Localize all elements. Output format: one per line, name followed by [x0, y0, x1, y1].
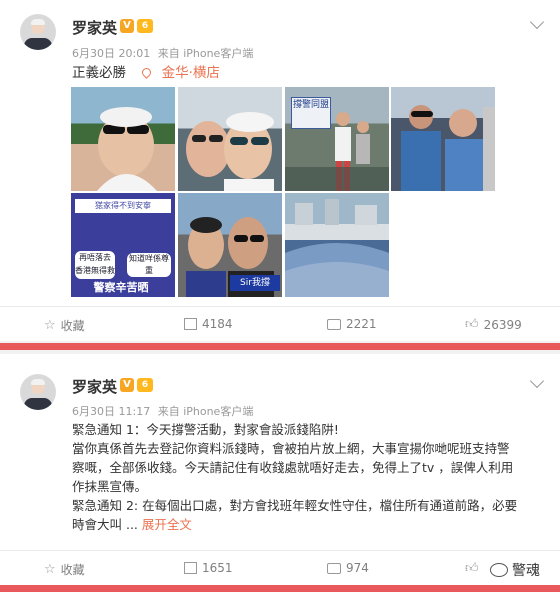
- post-line: 作抹黑宣傳。: [72, 479, 148, 494]
- selfie-photo-icon: [97, 107, 157, 191]
- post-meta: 6月30日 20:01 来自 iPhone客户端: [72, 45, 253, 61]
- comment-button[interactable]: 2221: [327, 317, 377, 331]
- comment-icon: [327, 318, 341, 330]
- like-button[interactable]: 👍︎: [465, 561, 484, 576]
- like-button[interactable]: 👍︎ 26399: [465, 317, 522, 332]
- post-text-content: 正義必勝: [72, 65, 126, 81]
- wechat-logo-icon: [490, 563, 508, 577]
- poster-caption: 警察辛苦晒: [93, 281, 149, 294]
- location-pin-icon: [140, 66, 154, 79]
- comment-icon: [327, 562, 341, 574]
- action-bar: ☆ 收藏 4184 2221 👍︎ 26399: [0, 306, 560, 343]
- post-time[interactable]: 6月30日 20:01: [72, 47, 150, 60]
- avatar[interactable]: [20, 374, 56, 410]
- comment-count: 2221: [346, 317, 377, 331]
- weibo-post-1: 罗家英 V 6 6月30日 20:01 来自 iPhone客户端 正義必勝 金华…: [0, 0, 560, 341]
- vip-badge-icon: 6: [137, 378, 153, 392]
- comment-count: 974: [346, 561, 369, 575]
- post-line: 緊急通知 2: 在每個出口處，對方會找班年輕女性守住，檔住所有通道前路，必要: [72, 498, 518, 513]
- poster-line: 知道咩係尊重: [127, 253, 171, 277]
- photo-1[interactable]: [71, 87, 175, 191]
- action-bar: ☆ 收藏 1651 974 👍︎: [0, 550, 560, 587]
- post-time[interactable]: 6月30日 11:17: [72, 405, 150, 418]
- thumbs-up-icon: 👍︎: [465, 561, 479, 576]
- post-line: 察嘅，全部係收錢。今天請記住有收錢處就唔好走去，免得上了tv ，誤俾人利用: [72, 460, 514, 475]
- star-icon: ☆: [44, 562, 56, 577]
- repost-icon: [184, 318, 197, 330]
- photo-2[interactable]: [178, 87, 282, 191]
- post-line-last: 時會大叫 ... 展开全文: [72, 517, 192, 532]
- post-source: 来自 iPhone客户端: [157, 405, 254, 418]
- photo-3[interactable]: 撐警同盟: [285, 87, 389, 191]
- favorite-button[interactable]: ☆ 收藏: [44, 317, 85, 334]
- poster-line: 再唔落去 香港無得救: [75, 251, 115, 279]
- favorite-label: 收藏: [60, 563, 85, 577]
- favorite-button[interactable]: ☆ 收藏: [44, 561, 85, 578]
- post-line: 緊急通知 1：今天撐警活動，對家會設派錢陷阱!: [72, 422, 339, 437]
- author-name[interactable]: 罗家英: [72, 376, 117, 397]
- repost-icon: [184, 562, 197, 574]
- post-line: 當你真係首先去登記你資料派錢時，會被拍片放上網，大事宣揚你哋呢班支持警: [72, 441, 510, 456]
- selfie-photo-icon: [186, 112, 274, 191]
- watermark-text: 警魂: [512, 563, 540, 579]
- weibo-post-2: 罗家英 V 6 6月30日 11:17 来自 iPhone客户端 緊急通知 1：…: [0, 354, 560, 585]
- post-meta: 6月30日 11:17 来自 iPhone客户端: [72, 403, 253, 419]
- photo-7[interactable]: [285, 193, 389, 297]
- author-name[interactable]: 罗家英: [72, 17, 117, 38]
- vip-badge-icon: 6: [137, 19, 153, 33]
- favorite-label: 收藏: [60, 319, 85, 333]
- chevron-down-icon[interactable]: [529, 373, 545, 389]
- location-link[interactable]: 金华·横店: [162, 65, 220, 81]
- photo-5[interactable]: 㺊家得不到安寧 再唔落去 香港無得救 知道咩係尊重 警察辛苦晒: [71, 193, 175, 297]
- post-text: 正義必勝 金华·横店: [72, 64, 220, 83]
- comment-button[interactable]: 974: [327, 561, 369, 575]
- verified-badge-icon: V: [120, 19, 134, 33]
- post-text: 緊急通知 1：今天撐警活動，對家會設派錢陷阱! 當你真係首先去登記你資料派錢時，…: [72, 420, 517, 534]
- photo-6[interactable]: Sir我撐: [178, 193, 282, 297]
- like-count: 26399: [483, 317, 522, 332]
- post-divider: [0, 585, 560, 592]
- star-icon: ☆: [44, 318, 56, 333]
- crowd-photo-icon: [285, 112, 389, 191]
- photo-sign: Sir我撐: [230, 275, 280, 291]
- repost-count: 1651: [202, 561, 233, 575]
- repost-button[interactable]: 1651: [184, 561, 233, 575]
- verified-badge-icon: V: [120, 378, 134, 392]
- repost-count: 4184: [202, 317, 233, 331]
- post-source: 来自 iPhone客户端: [157, 47, 254, 60]
- photo-4[interactable]: [391, 87, 495, 191]
- poster-line: 㺊家得不到安寧: [75, 199, 171, 213]
- expand-full-text-link[interactable]: 展开全文: [142, 517, 192, 532]
- aerial-crowd-photo-icon: [285, 199, 389, 297]
- thumbs-up-icon: 👍︎: [465, 317, 479, 332]
- chevron-down-icon[interactable]: [529, 14, 545, 30]
- watermark: 警魂: [490, 560, 540, 580]
- post-divider: [0, 343, 560, 350]
- avatar[interactable]: [20, 14, 56, 50]
- people-photo-icon: [401, 105, 495, 191]
- repost-button[interactable]: 4184: [184, 317, 233, 331]
